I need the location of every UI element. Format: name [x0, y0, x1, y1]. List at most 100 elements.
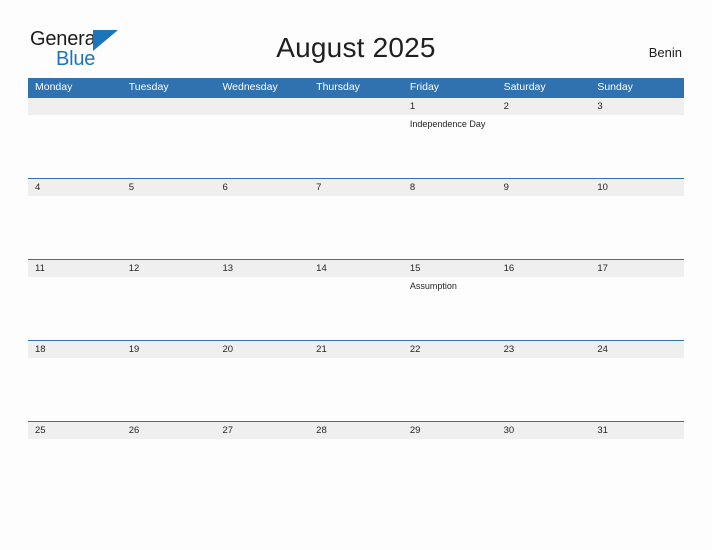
day-number: 12	[128, 263, 140, 274]
day-number: 6	[222, 182, 228, 193]
weekday-header-row: Monday Tuesday Wednesday Thursday Friday…	[28, 78, 684, 97]
day-events-band	[28, 196, 684, 259]
week-row: 1 2 3 Independence Day	[28, 97, 684, 178]
country-label: Benin	[648, 45, 682, 60]
weekday-saturday: Saturday	[503, 81, 546, 93]
day-cell[interactable]	[122, 115, 216, 178]
day-cell[interactable]	[215, 277, 309, 340]
day-cell[interactable]	[403, 196, 497, 259]
day-cell[interactable]	[497, 196, 591, 259]
day-number: 21	[316, 344, 327, 355]
day-events-band: Assumption	[28, 277, 684, 340]
day-events-band	[28, 358, 684, 421]
day-number-band: 4 5 6 7 8 9 10	[28, 179, 684, 196]
day-cell[interactable]	[309, 358, 403, 421]
day-number: 28	[316, 425, 327, 436]
day-number: 15	[409, 263, 421, 274]
day-number-band: 1 2 3	[28, 98, 684, 115]
event-label: Independence Day	[409, 119, 486, 129]
day-cell[interactable]	[28, 439, 122, 502]
day-number: 31	[597, 425, 608, 436]
day-number	[28, 98, 122, 115]
day-number: 13	[222, 263, 234, 274]
calendar-page: General Blue August 2025 Benin Monday Tu…	[0, 0, 712, 550]
day-number: 20	[222, 344, 234, 355]
day-cell[interactable]	[28, 115, 122, 178]
day-cell[interactable]	[215, 358, 309, 421]
day-cell[interactable]	[309, 439, 403, 502]
day-number: 26	[128, 425, 140, 436]
day-cell[interactable]	[122, 358, 216, 421]
day-cell[interactable]	[122, 277, 216, 340]
day-number: 7	[316, 182, 322, 193]
day-number-band: 18 19 20 21 22 23 24	[28, 341, 684, 358]
day-number: 24	[597, 344, 608, 355]
day-events-band: Independence Day	[28, 115, 684, 178]
event-label: Assumption	[409, 281, 457, 291]
day-number: 9	[503, 182, 509, 193]
weekday-friday: Friday	[409, 81, 440, 93]
weekday-sunday: Sunday	[597, 81, 633, 93]
day-cell[interactable]	[122, 439, 216, 502]
weekday-thursday: Thursday	[316, 81, 360, 93]
week-row: 4 5 6 7 8 9 10	[28, 178, 684, 259]
day-number	[309, 98, 403, 115]
day-number: 11	[35, 263, 45, 274]
day-number: 4	[35, 182, 41, 193]
day-number	[122, 98, 216, 115]
day-number: 2	[503, 101, 509, 112]
day-events-band	[28, 439, 684, 502]
day-cell[interactable]	[403, 358, 497, 421]
week-row: 25 26 27 28 29 30 31	[28, 421, 684, 502]
day-cell[interactable]	[28, 277, 122, 340]
day-cell[interactable]	[497, 439, 591, 502]
day-cell[interactable]: Assumption	[403, 277, 497, 340]
day-cell[interactable]	[497, 277, 591, 340]
day-number: 29	[409, 425, 421, 436]
day-cell[interactable]	[215, 196, 309, 259]
day-number: 5	[128, 182, 135, 193]
day-cell[interactable]	[28, 358, 122, 421]
day-number: 10	[597, 182, 608, 193]
weekday-tuesday: Tuesday	[128, 81, 169, 93]
day-number: 3	[597, 101, 603, 112]
day-cell[interactable]	[309, 115, 403, 178]
day-number: 1	[409, 101, 416, 112]
day-number: 17	[597, 263, 608, 274]
day-cell[interactable]	[590, 439, 684, 502]
day-cell[interactable]	[590, 358, 684, 421]
day-cell[interactable]	[122, 196, 216, 259]
weekday-monday: Monday	[35, 81, 73, 93]
day-number	[215, 98, 309, 115]
day-cell[interactable]	[590, 277, 684, 340]
week-row: 11 12 13 14 15 16 17 Assumption	[28, 259, 684, 340]
day-cell[interactable]	[309, 277, 403, 340]
day-cell[interactable]	[215, 115, 309, 178]
day-cell[interactable]	[497, 358, 591, 421]
day-number: 14	[316, 263, 327, 274]
day-number: 30	[503, 425, 515, 436]
page-title: August 2025	[276, 32, 436, 63]
day-number: 27	[222, 425, 234, 436]
day-number-band: 11 12 13 14 15 16 17	[28, 260, 684, 277]
day-cell[interactable]	[215, 439, 309, 502]
day-cell[interactable]	[403, 439, 497, 502]
day-cell[interactable]	[590, 196, 684, 259]
page-header: General Blue August 2025 Benin	[0, 0, 712, 76]
day-cell[interactable]	[590, 115, 684, 178]
day-cell[interactable]	[309, 196, 403, 259]
day-number: 23	[503, 344, 515, 355]
weekday-wednesday: Wednesday	[222, 81, 278, 93]
week-row: 18 19 20 21 22 23 24	[28, 340, 684, 421]
day-number: 25	[35, 425, 46, 436]
day-cell[interactable]: Independence Day	[403, 115, 497, 178]
day-number: 18	[35, 344, 46, 355]
day-number: 8	[409, 182, 416, 193]
day-cell[interactable]	[28, 196, 122, 259]
day-number: 22	[409, 344, 421, 355]
day-cell[interactable]	[497, 115, 591, 178]
day-number: 19	[128, 344, 140, 355]
day-number-band: 25 26 27 28 29 30 31	[28, 422, 684, 439]
calendar-grid: Monday Tuesday Wednesday Thursday Friday…	[28, 78, 684, 502]
day-number: 16	[503, 263, 515, 274]
